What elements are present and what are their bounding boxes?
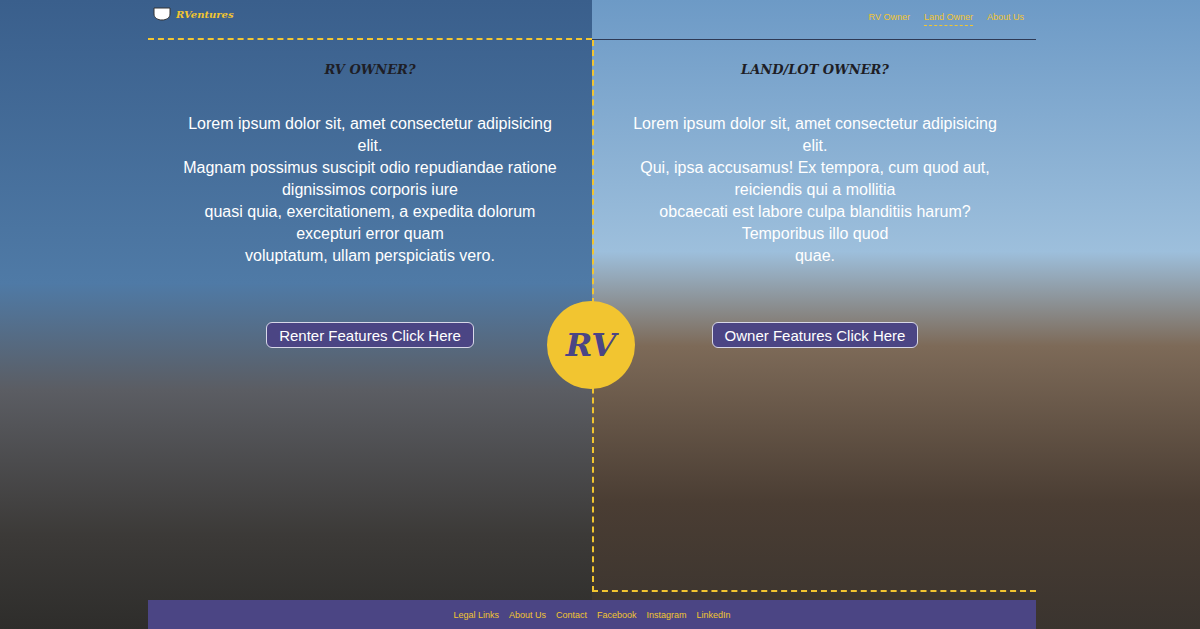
- panel-title: RV OWNER?: [324, 62, 415, 77]
- header: RVentures RV Owner Land Owner About Us: [148, 0, 1200, 40]
- nav-item[interactable]: RV Owner: [869, 12, 910, 26]
- footer-link[interactable]: Contact: [556, 610, 587, 620]
- footer-link[interactable]: Legal Links: [453, 610, 499, 620]
- rv-badge: RV: [547, 301, 635, 389]
- footer-link[interactable]: About Us: [509, 610, 546, 620]
- nav-item[interactable]: About Us: [987, 12, 1024, 26]
- panel-text: Lorem ipsum dolor sit, amet consectetur …: [183, 113, 557, 267]
- logo-text: RVentures: [176, 9, 234, 20]
- logo[interactable]: RVentures: [152, 7, 234, 21]
- cta-button[interactable]: Owner Features Click Here: [712, 322, 919, 348]
- panel: RV OWNER? Lorem ipsum dolor sit, amet co…: [148, 40, 592, 592]
- footer-link[interactable]: Instagram: [647, 610, 687, 620]
- panel: LAND/LOT OWNER? Lorem ipsum dolor sit, a…: [592, 40, 1036, 592]
- footer: Legal Links About Us Contact Facebook Instag…: [148, 600, 1036, 629]
- shield-icon: [152, 7, 172, 21]
- main: RV OWNER? Lorem ipsum dolor sit, amet co…: [148, 40, 1200, 592]
- page: RVentures RV Owner Land Owner About Us RV …: [0, 0, 1200, 629]
- nav-item[interactable]: Land Owner: [924, 12, 973, 26]
- footer-link[interactable]: Facebook: [597, 610, 637, 620]
- cta-button[interactable]: Renter Features Click Here: [266, 322, 474, 348]
- footer-link[interactable]: LinkedIn: [697, 610, 731, 620]
- nav: RV Owner Land Owner About Us: [592, 0, 1036, 40]
- panel-text: Lorem ipsum dolor sit, amet consectetur …: [633, 113, 997, 267]
- panel-title: LAND/LOT OWNER?: [741, 62, 889, 77]
